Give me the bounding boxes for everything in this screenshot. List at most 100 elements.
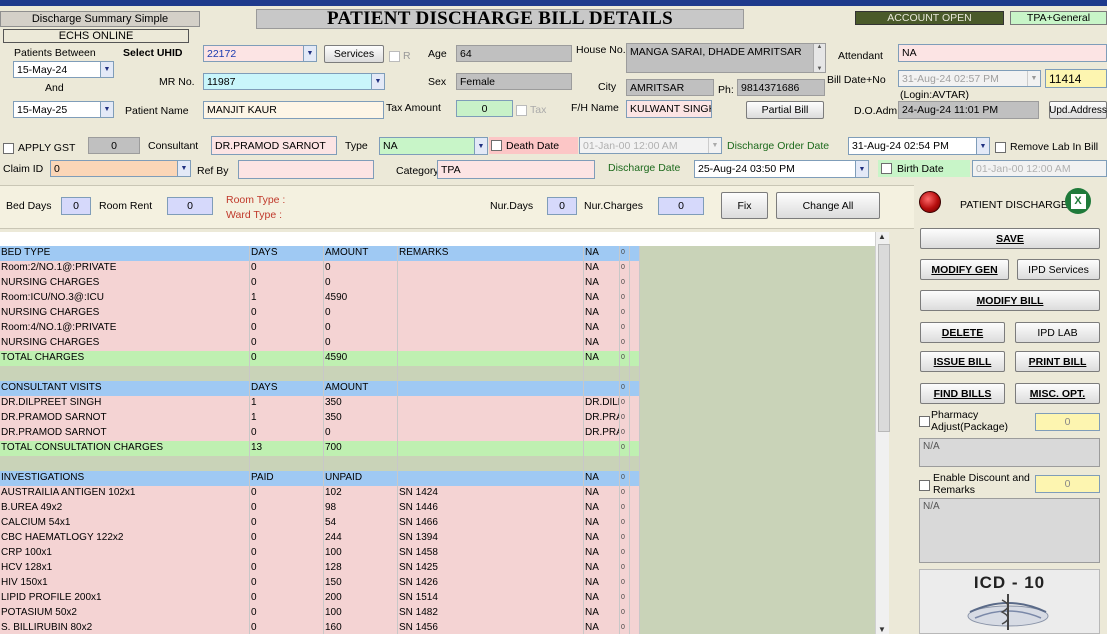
table-cell[interactable] — [584, 366, 620, 381]
print-bill-button[interactable]: PRINT BILL — [1015, 351, 1100, 372]
table-cell[interactable]: SN 1482 — [398, 606, 584, 621]
table-spacer-row[interactable] — [0, 366, 640, 382]
chevron-down-icon[interactable]: ▼ — [1027, 71, 1040, 86]
table-cell[interactable]: 0 — [250, 276, 324, 291]
death-date-picker[interactable]: 01-Jan-00 12:00 AM ▼ — [579, 137, 722, 154]
r-checkbox-group[interactable]: R — [389, 50, 411, 62]
table-cell[interactable]: DAYS — [250, 246, 324, 261]
modify-bill-button[interactable]: MODIFY BILL — [920, 290, 1100, 311]
tax-checkbox-group[interactable]: Tax — [516, 104, 546, 116]
table-cell[interactable] — [630, 471, 640, 486]
table-cell[interactable]: DAYS — [250, 381, 324, 396]
age-field[interactable]: 64 — [456, 45, 572, 62]
table-cell[interactable] — [630, 486, 640, 501]
table-cell[interactable] — [584, 441, 620, 456]
table-cell[interactable] — [630, 396, 640, 411]
table-cell[interactable] — [630, 606, 640, 621]
table-cell[interactable]: 4590 — [324, 351, 398, 366]
ref-by-field[interactable] — [238, 160, 374, 179]
birth-date-checkbox-group[interactable]: Birth Date — [878, 160, 970, 177]
table-cell[interactable]: DR.PRAMOD SARNOT — [0, 426, 250, 441]
uhid-select[interactable]: 22172 ▼ — [203, 45, 317, 62]
save-button[interactable]: SAVE — [920, 228, 1100, 249]
table-cell[interactable]: AUSTRAILIA ANTIGEN 102x1 — [0, 486, 250, 501]
table-cell[interactable]: NA — [584, 621, 620, 634]
table-cell[interactable]: CALCIUM 54x1 — [0, 516, 250, 531]
table-cell[interactable]: SN 1425 — [398, 561, 584, 576]
table-cell[interactable] — [398, 471, 584, 486]
partial-bill-button[interactable]: Partial Bill — [746, 101, 824, 119]
table-cell[interactable]: 350 — [324, 396, 398, 411]
table-cell[interactable]: SN 1446 — [398, 501, 584, 516]
table-cell[interactable] — [630, 276, 640, 291]
table-cell[interactable] — [630, 576, 640, 591]
table-cell[interactable] — [250, 456, 324, 471]
table-row[interactable]: DR.PRAMOD SARNOT00DR.PRAN0 — [0, 426, 640, 442]
address-scrollbar[interactable]: ▲ ▼ — [813, 44, 825, 72]
table-cell[interactable]: 4590 — [324, 291, 398, 306]
claim-id-select[interactable]: 0 ▼ — [50, 160, 191, 177]
table-cell[interactable]: 0 — [620, 546, 630, 561]
table-cell[interactable]: 0 — [620, 591, 630, 606]
table-row[interactable]: CRP 100x1 0 100 SN 1458 NA 0 — [0, 546, 640, 562]
discharge-order-picker[interactable]: 31-Aug-24 02:54 PM ▼ — [848, 137, 990, 155]
table-row[interactable]: S. BILLIRUBIN 80x2 0 160 SN 1456 NA 0 — [0, 621, 640, 634]
table-cell[interactable] — [630, 621, 640, 634]
table-cell[interactable] — [630, 516, 640, 531]
table-cell[interactable]: 100 — [324, 546, 398, 561]
pharmacy-adjust-field[interactable]: 0 — [1035, 413, 1100, 431]
table-cell[interactable]: 0 — [250, 336, 324, 351]
apply-gst-checkbox[interactable] — [3, 142, 14, 154]
table-cell[interactable]: 0 — [620, 621, 630, 634]
table-cell[interactable]: 0 — [620, 276, 630, 291]
table-cell[interactable] — [398, 366, 584, 381]
table-cell[interactable]: 0 — [620, 471, 630, 486]
grid-vertical-scrollbar[interactable]: ▲ ▼ — [875, 232, 890, 634]
table-cell[interactable]: TOTAL CONSULTATION CHARGES — [0, 441, 250, 456]
table-cell[interactable]: 0 — [620, 321, 630, 336]
table-cell[interactable]: Room:4/NO.1@:PRIVATE — [0, 321, 250, 336]
room-rent-field[interactable]: 0 — [167, 197, 213, 215]
table-row[interactable]: DR.PRAMOD SARNOT1350 DR.PRAN0 — [0, 411, 640, 427]
pharmacy-adjust-checkbox[interactable] — [919, 416, 930, 430]
chevron-down-icon[interactable]: ▼ — [855, 161, 868, 177]
table-cell[interactable]: UNPAID — [324, 471, 398, 486]
table-cell[interactable]: 0 — [250, 516, 324, 531]
table-cell[interactable] — [630, 561, 640, 576]
find-bills-button[interactable]: FIND BILLS — [920, 383, 1005, 404]
table-cell[interactable]: 54 — [324, 516, 398, 531]
table-cell[interactable] — [398, 336, 584, 351]
table-cell[interactable]: INVESTIGATIONS — [0, 471, 250, 486]
table-cell[interactable]: DR.PRAMOD SARNOT — [0, 411, 250, 426]
table-cell[interactable]: 700 — [324, 441, 398, 456]
scroll-up-icon[interactable]: ▲ — [878, 232, 886, 241]
table-cell[interactable]: 98 — [324, 501, 398, 516]
table-cell[interactable] — [398, 321, 584, 336]
table-cell[interactable]: NA — [584, 321, 620, 336]
sex-field[interactable]: Female — [456, 73, 572, 90]
table-cell[interactable]: 0 — [620, 261, 630, 276]
table-cell[interactable] — [630, 366, 640, 381]
tax-amount-field[interactable]: 0 — [456, 100, 513, 117]
table-cell[interactable] — [630, 411, 640, 426]
table-cell[interactable] — [630, 456, 640, 471]
chevron-down-icon[interactable]: ▼ — [371, 74, 384, 89]
table-cell[interactable]: 0 — [620, 306, 630, 321]
table-cell[interactable] — [398, 276, 584, 291]
table-cell[interactable]: 0 — [620, 246, 630, 261]
house-no-field[interactable]: MANGA SARAI, DHADE AMRITSAR ▲ ▼ — [626, 43, 826, 73]
table-cell[interactable]: 160 — [324, 621, 398, 634]
change-all-button[interactable]: Change All — [776, 192, 880, 219]
table-cell[interactable]: 0 — [250, 591, 324, 606]
bill-date-picker[interactable]: 31-Aug-24 02:57 PM ▼ — [898, 70, 1041, 87]
patient-name-field[interactable]: MANJIT KAUR — [203, 101, 384, 119]
table-row[interactable]: Room:4/NO.1@:PRIVATE 0 0 NA 0 — [0, 321, 640, 337]
table-cell[interactable] — [398, 351, 584, 366]
table-row[interactable]: Room:ICU/NO.3@:ICU 1 4590 NA 0 — [0, 291, 640, 307]
chevron-down-icon[interactable]: ▼ — [474, 138, 487, 154]
excel-export-icon[interactable]: X — [1065, 188, 1091, 214]
table-cell[interactable]: S. BILLIRUBIN 80x2 — [0, 621, 250, 634]
remove-lab-checkbox[interactable] — [995, 141, 1006, 153]
table-cell[interactable] — [630, 351, 640, 366]
bed-days-field[interactable]: 0 — [61, 197, 91, 215]
